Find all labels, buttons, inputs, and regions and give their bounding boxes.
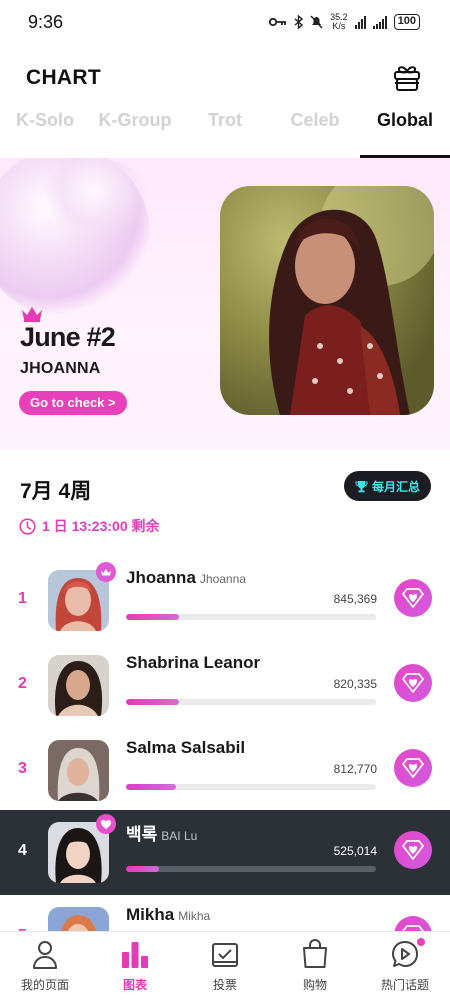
bluetooth-icon: [294, 15, 304, 29]
heart-diamond-icon: [402, 840, 424, 860]
nav-label: 购物: [302, 978, 327, 992]
status-icons: 35.2 K/s 100: [269, 13, 420, 31]
artist-photo[interactable]: [220, 186, 434, 415]
category-tabs: K-Solo K-Group Trot Celeb Global: [0, 104, 450, 158]
vote-button[interactable]: [394, 579, 432, 617]
tab-global[interactable]: Global: [360, 104, 450, 158]
vote-progress-fill: [126, 784, 176, 790]
rank-number: 2: [18, 675, 27, 692]
artist-name: 백록 BAI Lu: [126, 825, 198, 844]
go-to-check-button[interactable]: Go to check >: [19, 391, 127, 415]
chart-icon: [122, 942, 148, 968]
vote-count: 845,369: [333, 592, 377, 606]
vote-button[interactable]: [394, 831, 432, 869]
vote-progress-fill: [126, 699, 179, 705]
tab-celeb[interactable]: Celeb: [270, 104, 360, 158]
heart-diamond-icon: [402, 758, 424, 778]
gift-icon: [394, 66, 420, 91]
nav-chart[interactable]: 图表: [90, 932, 180, 1001]
artist-subname: Mikha: [178, 909, 211, 923]
bottom-nav: 我的页面 图表 投票 购物 热门话题: [0, 931, 450, 1001]
monthly-summary-label: 每月汇总: [371, 479, 420, 494]
vote-count: 820,335: [333, 677, 377, 691]
artist-subname: Jhoanna: [199, 572, 246, 586]
nav-label: 投票: [212, 978, 237, 992]
heart-badge: [96, 814, 116, 834]
topic-bubble-icon: [392, 941, 418, 967]
vote-button[interactable]: [394, 749, 432, 787]
vote-progress-track: [126, 784, 376, 790]
crown-badge: [96, 562, 116, 582]
page-title: CHART: [26, 66, 101, 89]
nav-hot-topics[interactable]: 热门话题: [360, 932, 450, 1001]
countdown: 1 日 13:23:00 剩余: [19, 516, 160, 536]
vote-count: 812,770: [333, 762, 377, 776]
nav-shop[interactable]: 购物: [270, 932, 360, 1001]
nav-my-page[interactable]: 我的页面: [0, 932, 90, 1001]
status-bar: 9:36 35.2 K/s 100: [0, 0, 450, 44]
ranking-row[interactable]: 1 Jhoanna Jhoanna 845,369: [0, 558, 450, 643]
ranking-row[interactable]: 2 Shabrina Leanor 820,335: [0, 643, 450, 728]
notification-dot: [417, 938, 425, 946]
monthly-summary-button[interactable]: 每月汇总: [344, 471, 431, 501]
key-icon: [269, 17, 287, 27]
banner-rank: June #2: [20, 322, 116, 352]
clock-icon: [19, 517, 36, 535]
nav-vote[interactable]: 投票: [180, 932, 270, 1001]
crown-icon: [22, 307, 42, 322]
artist-subname: BAI Lu: [161, 829, 198, 843]
decorative-heart-bubble-2: [40, 158, 150, 238]
tab-k-solo[interactable]: K-Solo: [0, 104, 90, 158]
tab-k-group[interactable]: K-Group: [90, 104, 180, 158]
battery-indicator: 100: [393, 14, 420, 30]
tab-trot[interactable]: Trot: [180, 104, 270, 158]
vote-box-icon: [212, 943, 238, 967]
vote-progress-fill: [126, 614, 179, 620]
vote-count: 525,014: [333, 844, 377, 858]
vote-progress-track: [126, 699, 376, 705]
heart-icon: [100, 819, 112, 829]
status-time: 9:36: [28, 11, 64, 32]
vote-progress-fill: [126, 866, 159, 872]
vote-progress-track: [126, 614, 376, 620]
mute-bell-icon: [310, 15, 323, 29]
artist-name: Salma Salsabil: [126, 738, 246, 757]
trophy-icon: [355, 480, 368, 492]
countdown-text: 1 日 13:23:00 剩余: [42, 518, 160, 534]
nav-label: 热门话题: [380, 978, 429, 992]
avatar[interactable]: [48, 655, 109, 716]
heart-diamond-icon: [402, 673, 424, 693]
gift-button[interactable]: [392, 62, 422, 94]
artist-name: Shabrina Leanor: [126, 653, 261, 672]
person-icon: [33, 941, 57, 969]
banner-artist: JHOANNA: [20, 360, 101, 377]
rank-number: 4: [18, 842, 27, 859]
signal-icon: [354, 15, 366, 29]
nav-label: 图表: [122, 978, 147, 992]
artist-name: Jhoanna Jhoanna: [126, 568, 246, 587]
avatar[interactable]: [48, 740, 109, 801]
shopping-bag-icon: [303, 939, 327, 968]
ranking-row-highlighted[interactable]: 4 백록 BAI Lu 525,014: [0, 810, 450, 895]
week-title: 7月 4周: [20, 480, 92, 503]
signal-icon-2: [372, 15, 387, 29]
header: CHART: [0, 58, 450, 98]
ranking-row[interactable]: 3 Salma Salsabil 812,770: [0, 728, 450, 813]
nav-label: 我的页面: [20, 978, 69, 992]
artist-name: Mikha Mikha: [126, 905, 211, 924]
rank-number: 1: [18, 590, 27, 607]
vote-progress-track: [126, 866, 376, 872]
vote-button[interactable]: [394, 664, 432, 702]
net-speed: 35.2 K/s: [330, 12, 348, 31]
monthly-winner-banner[interactable]: June #2 JHOANNA Go to check >: [0, 158, 450, 450]
heart-diamond-icon: [402, 588, 424, 608]
rank-number: 3: [18, 760, 27, 777]
crown-icon: [101, 568, 111, 575]
